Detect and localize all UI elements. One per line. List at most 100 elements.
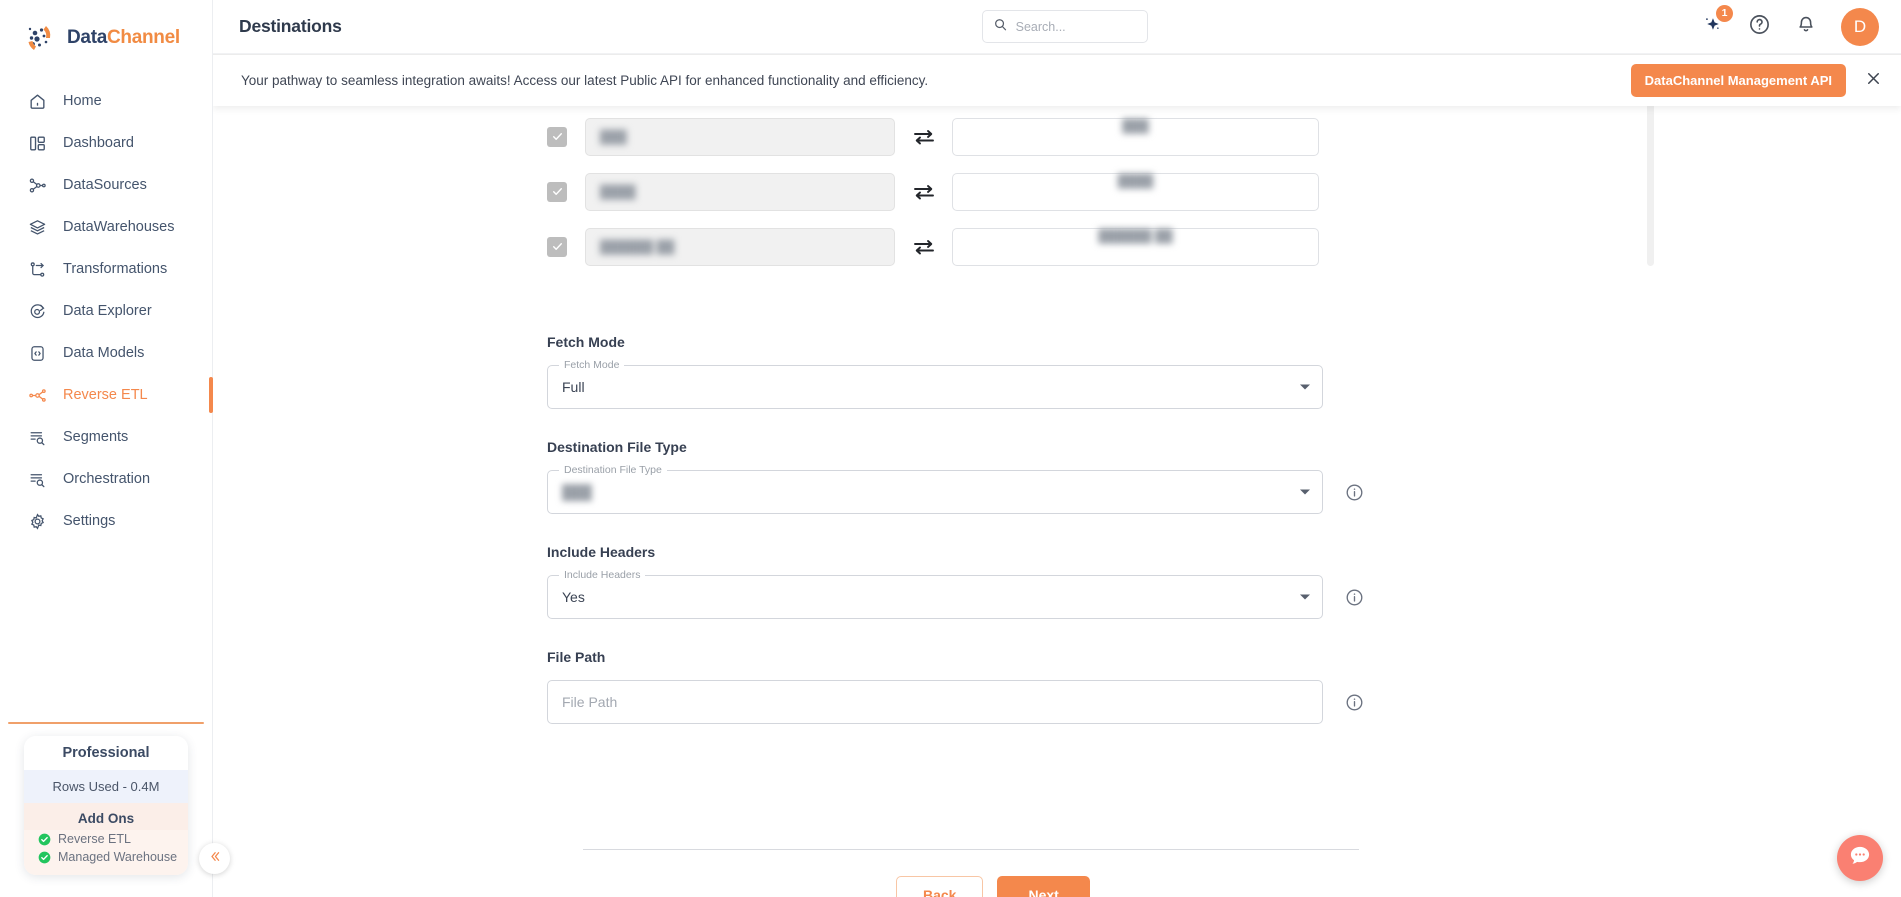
fetch-mode-select[interactable]: Fetch Mode Full [547, 359, 1323, 409]
sidebar-item-label: Home [63, 93, 102, 109]
destination-file-type-legend: Destination File Type [559, 464, 667, 476]
transformations-icon [27, 259, 48, 280]
sidebar-item-settings[interactable]: Settings [0, 500, 212, 542]
info-circle-icon[interactable] [1345, 693, 1364, 712]
help-button[interactable] [1748, 13, 1771, 41]
fetch-mode-block: Fetch Mode Fetch Mode Full [547, 334, 1364, 409]
mapping-row: ████ ████ [547, 164, 1319, 219]
content-area: ███ ███ ██ ██ ████ ██████ ██ █ █████ ██ … [213, 54, 1901, 897]
sidebar-item-label: Orchestration [63, 471, 151, 487]
settings-form: Fetch Mode Fetch Mode Full Destination F… [547, 334, 1364, 754]
file-path-input-wrap[interactable]: File Path [547, 680, 1323, 724]
plan-rows-used: Rows Used - 0.4M [24, 770, 188, 803]
next-button[interactable]: Next [997, 876, 1090, 897]
mapping-row: ██████ ██ ██████ ██ [547, 219, 1319, 274]
management-api-button[interactable]: DataChannel Management API [1630, 64, 1846, 97]
plan-divider [8, 722, 204, 724]
sidebar-item-orchestration[interactable]: Orchestration [0, 458, 212, 500]
plan-section: Professional Rows Used - 0.4M Add Ons Re… [0, 722, 212, 897]
destination-file-type-select[interactable]: Destination File Type ███ [547, 464, 1323, 514]
banner-close-button[interactable] [1864, 69, 1883, 93]
chevron-down-icon [1300, 384, 1310, 390]
brand[interactable]: DataChannel [0, 0, 212, 72]
reverse-etl-icon [27, 385, 48, 406]
fetch-mode-row: Fetch Mode Full [547, 359, 1364, 409]
addon-label: Managed Warehouse [58, 850, 178, 864]
back-button[interactable]: Back [896, 876, 984, 897]
mapping-source-field[interactable]: ████ [585, 172, 895, 211]
sidebar: DataChannel Home Dashboard DataSources D… [0, 0, 230, 897]
topbar-actions: 1 D [1701, 4, 1879, 46]
sidebar-item-label: Data Explorer [63, 303, 152, 319]
info-circle-icon[interactable] [1345, 483, 1364, 502]
promo-banner: Your pathway to seamless integration awa… [213, 54, 1901, 106]
mapping-row-checkbox[interactable] [547, 236, 567, 257]
chat-bubble-icon [1847, 843, 1873, 874]
sidebar-item-label: Segments [63, 429, 129, 445]
segments-icon [27, 427, 48, 448]
include-headers-block: Include Headers Include Headers Yes [547, 544, 1364, 619]
orchestration-icon [27, 469, 48, 490]
mapping-row-checkbox[interactable] [547, 181, 567, 202]
mapping-row: ███ ███ [547, 109, 1319, 164]
close-icon [1864, 69, 1883, 93]
chevron-double-left-icon [207, 849, 222, 868]
sidebar-item-label: Settings [63, 513, 116, 529]
search-box[interactable] [981, 10, 1148, 43]
page-title: Destinations [239, 16, 342, 36]
include-headers-legend: Include Headers [559, 569, 646, 581]
mapping-row-checkbox[interactable] [547, 126, 567, 147]
sidebar-item-datasources[interactable]: DataSources [0, 164, 212, 206]
sidebar-item-segments[interactable]: Segments [0, 416, 212, 458]
check-circle-icon [38, 851, 51, 864]
brand-name: DataChannel [67, 27, 180, 49]
sidebar-item-data-models[interactable]: Data Models [0, 332, 212, 374]
chevron-down-icon [1300, 489, 1310, 495]
plan-addons-title: Add Ons [24, 803, 188, 830]
dashboard-icon [27, 133, 48, 154]
chevron-down-icon [1300, 594, 1310, 600]
mapping-target-field[interactable]: ████ [952, 172, 1319, 211]
brand-name-part1: Data [67, 27, 107, 48]
mapping-target-field[interactable]: ██████ ██ [952, 227, 1319, 266]
mapping-source-field[interactable]: ██████ ██ [585, 227, 895, 266]
notifications-button[interactable] [1795, 13, 1817, 40]
datasources-icon [27, 175, 48, 196]
sparkle-ai-button[interactable]: 1 [1701, 4, 1733, 41]
destination-file-type-block: Destination File Type Destination File T… [547, 439, 1364, 514]
sidebar-item-datawarehouses[interactable]: DataWarehouses [0, 206, 212, 248]
form-divider [583, 849, 1359, 850]
addon-item: Managed Warehouse [38, 848, 188, 866]
search-input[interactable] [1015, 19, 1137, 34]
sidebar-item-label: Dashboard [63, 135, 134, 151]
sidebar-item-label: Transformations [63, 261, 168, 277]
settings-gear-icon [27, 511, 48, 532]
sidebar-item-data-explorer[interactable]: Data Explorer [0, 290, 212, 332]
fetch-mode-heading: Fetch Mode [547, 334, 625, 350]
include-headers-value: Yes [562, 589, 585, 605]
sidebar-item-reverse-etl[interactable]: Reverse ETL [0, 374, 213, 416]
home-icon [27, 91, 48, 112]
mapping-target-value: ████ [1117, 173, 1154, 188]
sidebar-item-home[interactable]: Home [0, 80, 212, 122]
sidebar-item-transformations[interactable]: Transformations [0, 248, 212, 290]
mapping-target-value: ███ [1122, 118, 1149, 133]
mapping-target-value: ██████ ██ [1098, 228, 1173, 243]
info-circle-icon[interactable] [1345, 588, 1364, 607]
sparkle-badge: 1 [1716, 4, 1733, 22]
sidebar-collapse-button[interactable] [199, 843, 230, 874]
mapping-source-field[interactable]: ███ [585, 117, 895, 156]
swap-horizontal-icon [895, 182, 952, 202]
brand-name-part2: Channel [106, 27, 180, 48]
sidebar-item-dashboard[interactable]: Dashboard [0, 122, 212, 164]
chat-support-button[interactable] [1837, 835, 1883, 881]
avatar[interactable]: D [1841, 7, 1879, 46]
swap-horizontal-icon [895, 237, 952, 257]
mapping-target-field[interactable]: ███ [952, 117, 1319, 156]
data-explorer-icon [27, 301, 48, 322]
fetch-mode-legend: Fetch Mode [559, 359, 625, 371]
fetch-mode-value: Full [562, 379, 585, 395]
include-headers-select[interactable]: Include Headers Yes [547, 569, 1323, 619]
plan-card[interactable]: Professional Rows Used - 0.4M Add Ons Re… [24, 736, 188, 875]
data-models-icon [27, 343, 48, 364]
